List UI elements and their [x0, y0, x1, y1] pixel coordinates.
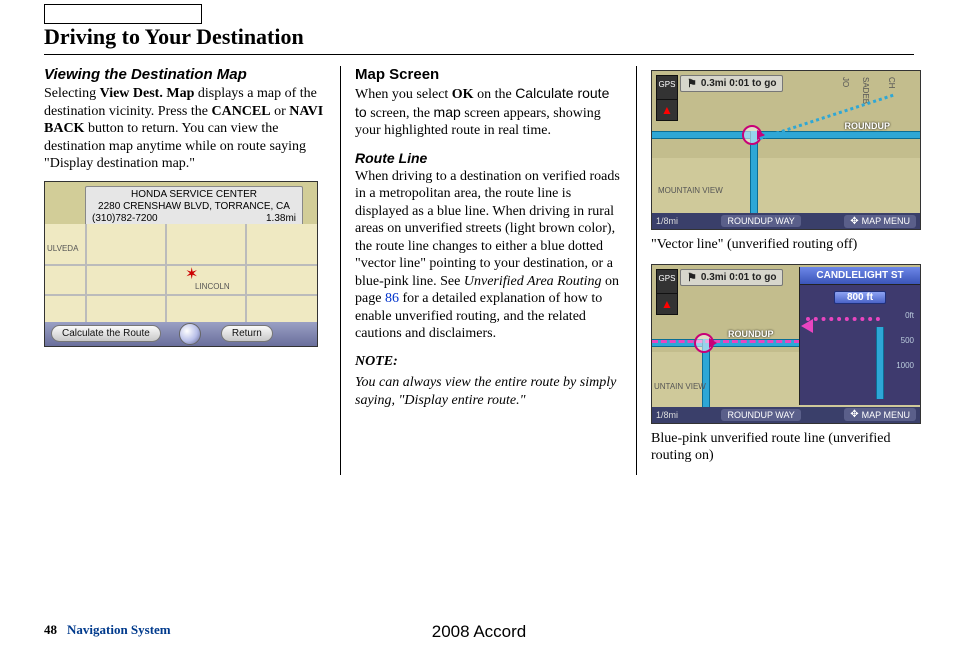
turn-arrow-icon — [794, 319, 813, 333]
text: on the — [474, 87, 516, 102]
para-map-screen: When you select OK on the Calculate rout… — [355, 85, 622, 140]
scale-label: 1/8mi — [656, 216, 678, 226]
heading-map-screen: Map Screen — [355, 66, 622, 83]
page-title: Driving to Your Destination — [44, 24, 304, 50]
distance-bar: ⚑ 0.3mi 0:01 to go — [680, 75, 783, 92]
text: or — [271, 104, 290, 119]
street-banner: CANDLELIGHT ST — [800, 267, 920, 285]
street-label: JO — [841, 77, 850, 87]
roundup-label: ROUNDUP — [728, 329, 774, 339]
caption-vector-line: "Vector line" (unverified routing off) — [651, 236, 932, 254]
gps-icon: GPS — [656, 269, 678, 296]
footer-section: Navigation System — [67, 622, 171, 638]
scale-tick: 0ft — [884, 311, 914, 320]
subheading-route-line: Route Line — [355, 150, 622, 166]
street-label: ULVEDA — [47, 244, 78, 253]
scale-label: 1/8mi — [656, 410, 678, 420]
gear-icon: ✥ — [850, 216, 858, 227]
content-columns: Viewing the Destination Map Selecting Vi… — [44, 66, 932, 475]
caption-blue-pink: Blue-pink unverified route line (unverif… — [651, 430, 932, 465]
position-marker-icon — [742, 125, 762, 145]
text-bold: OK — [452, 87, 474, 102]
screenshot-vector-line: GPS ▲ ⚑ 0.3mi 0:01 to go JO SADEB CH ROU… — [651, 70, 921, 230]
scale-tick: 500 — [884, 336, 914, 345]
mountain-view-label: MOUNTAIN VIEW — [658, 186, 723, 195]
screenshot-dest-map: HONDA SERVICE CENTER 2280 CRENSHAW BLVD,… — [44, 181, 318, 347]
map-menu-button[interactable]: ✥MAP MENU — [844, 408, 916, 421]
map-menu-button[interactable]: ✥MAP MENU — [844, 215, 916, 228]
text-bold: View Dest. Map — [100, 86, 195, 101]
text: screen, the — [367, 106, 434, 121]
calculate-route-button[interactable]: Calculate the Route — [51, 325, 161, 342]
guidance-panel: CANDLELIGHT ST 800 ft 0ft 500 1000 — [799, 267, 920, 405]
map-bottom-strip: 1/8mi ROUNDUP WAY ✥MAP MENU — [652, 407, 920, 423]
gps-icon: GPS — [656, 75, 678, 102]
para-route-line: When driving to a destination on verifie… — [355, 168, 622, 343]
title-rule — [44, 54, 914, 55]
dest-banner: HONDA SERVICE CENTER 2280 CRENSHAW BLVD,… — [85, 186, 303, 228]
heading-viewing-map: Viewing the Destination Map — [44, 66, 326, 83]
flag-icon: ⚑ — [687, 77, 697, 90]
text: When driving to a destination on verifie… — [355, 169, 620, 289]
text-bold: CANCEL — [211, 104, 270, 119]
distance-bar: ⚑ 0.3mi 0:01 to go — [680, 269, 783, 286]
dest-banner-addr: 2280 CRENSHAW BLVD, TORRANCE, CA — [88, 201, 300, 213]
text-italic: Unverified Area Routing — [464, 274, 602, 289]
page-footer: 48 Navigation System 2008 Accord — [44, 622, 914, 638]
column-2: Map Screen When you select OK on the Cal… — [340, 66, 636, 475]
column-1: Viewing the Destination Map Selecting Vi… — [44, 66, 340, 475]
street-label: SADEB — [861, 77, 870, 104]
page-number: 48 — [44, 622, 57, 638]
roundup-label: ROUNDUP — [844, 121, 890, 131]
map-bottom-strip: 1/8mi ROUNDUP WAY ✥MAP MENU — [652, 213, 920, 229]
scale-tick: 1000 — [884, 361, 914, 370]
top-search-box[interactable] — [44, 4, 202, 24]
flag-icon: ⚑ — [687, 271, 697, 284]
text-sans: map — [434, 104, 461, 120]
north-icon: ▲ — [656, 99, 678, 121]
dest-map-area: ULVEDA LINCOLN ✶ — [45, 224, 317, 324]
position-marker-icon — [694, 333, 714, 353]
text: When you select — [355, 87, 452, 102]
text: Selecting — [44, 86, 100, 101]
return-button[interactable]: Return — [221, 325, 273, 342]
screenshot-blue-pink-line: GPS ▲ ⚑ 0.3mi 0:01 to go ROUNDUP UNTAIN … — [651, 264, 921, 424]
text: button to return. You can view the desti… — [44, 121, 306, 171]
dest-bottom-bar: Calculate the Route Return — [45, 322, 317, 346]
road-name-label: ROUNDUP WAY — [721, 215, 800, 227]
road-name-label: ROUNDUP WAY — [721, 409, 800, 421]
pink-dashed-line — [652, 340, 800, 343]
note-text: You can always view the entire route by … — [355, 374, 622, 409]
street-label: LINCOLN — [195, 282, 230, 291]
distance-text: 0.3mi 0:01 to go — [701, 272, 777, 283]
gear-icon: ✥ — [850, 409, 858, 420]
note-label: NOTE: — [355, 353, 622, 371]
north-icon: ▲ — [656, 293, 678, 315]
distance-badge: 800 ft — [834, 291, 886, 304]
dest-banner-name: HONDA SERVICE CENTER — [88, 189, 300, 201]
mountain-view-label: UNTAIN VIEW — [654, 382, 706, 391]
control-knob-icon[interactable] — [179, 323, 201, 345]
para-viewing-map: Selecting View Dest. Map displays a map … — [44, 85, 326, 173]
distance-scale: 0ft 500 1000 — [884, 311, 914, 386]
column-3: GPS ▲ ⚑ 0.3mi 0:01 to go JO SADEB CH ROU… — [636, 66, 932, 475]
page-link[interactable]: 86 — [385, 291, 399, 306]
destination-star-icon: ✶ — [185, 264, 198, 284]
street-label: CH — [887, 77, 896, 89]
distance-text: 0.3mi 0:01 to go — [701, 78, 777, 89]
footer-model: 2008 Accord — [432, 622, 527, 642]
